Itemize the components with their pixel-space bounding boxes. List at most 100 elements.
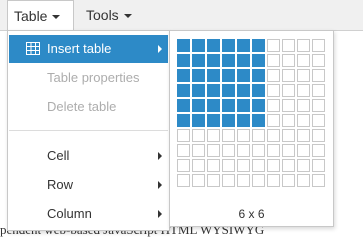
grid-cell[interactable] — [237, 69, 250, 82]
grid-cell[interactable] — [222, 39, 235, 52]
grid-cell[interactable] — [207, 84, 220, 97]
grid-cell[interactable] — [237, 144, 250, 157]
grid-cell[interactable] — [267, 54, 280, 67]
grid-cell[interactable] — [252, 39, 265, 52]
grid-cell[interactable] — [252, 144, 265, 157]
grid-cell[interactable] — [282, 99, 295, 112]
grid-cell[interactable] — [312, 144, 325, 157]
grid-cell[interactable] — [192, 39, 205, 52]
grid-cell[interactable] — [252, 159, 265, 172]
grid-cell[interactable] — [192, 84, 205, 97]
grid-cell[interactable] — [192, 114, 205, 127]
grid-cell[interactable] — [192, 144, 205, 157]
grid-cell[interactable] — [297, 84, 310, 97]
grid-cell[interactable] — [252, 114, 265, 127]
grid-cell[interactable] — [237, 174, 250, 187]
menu-item-delete-table[interactable]: Delete table — [9, 93, 168, 121]
grid-cell[interactable] — [267, 144, 280, 157]
grid-cell[interactable] — [312, 174, 325, 187]
grid-cell[interactable] — [282, 174, 295, 187]
grid-cell[interactable] — [312, 114, 325, 127]
grid-cell[interactable] — [177, 174, 190, 187]
grid-cell[interactable] — [282, 159, 295, 172]
grid-cell[interactable] — [222, 69, 235, 82]
grid-cell[interactable] — [177, 159, 190, 172]
grid-cell[interactable] — [207, 54, 220, 67]
grid-cell[interactable] — [282, 144, 295, 157]
grid-cell[interactable] — [312, 159, 325, 172]
grid-cell[interactable] — [267, 174, 280, 187]
grid-cell[interactable] — [222, 129, 235, 142]
menubar-tools[interactable]: Tools — [80, 0, 160, 30]
menubar-table[interactable]: Table — [7, 0, 74, 30]
grid-cell[interactable] — [207, 39, 220, 52]
grid-cell[interactable] — [252, 54, 265, 67]
grid-cell[interactable] — [237, 84, 250, 97]
grid-cell[interactable] — [282, 84, 295, 97]
grid-cell[interactable] — [207, 114, 220, 127]
grid-cell[interactable] — [312, 99, 325, 112]
grid-cell[interactable] — [222, 84, 235, 97]
grid-cell[interactable] — [312, 84, 325, 97]
grid-cell[interactable] — [312, 39, 325, 52]
grid-cell[interactable] — [297, 129, 310, 142]
grid-cell[interactable] — [297, 69, 310, 82]
grid-cell[interactable] — [297, 114, 310, 127]
grid-cell[interactable] — [222, 144, 235, 157]
grid-cell[interactable] — [267, 159, 280, 172]
grid-cell[interactable] — [237, 99, 250, 112]
grid-cell[interactable] — [207, 174, 220, 187]
grid-cell[interactable] — [282, 114, 295, 127]
grid-cell[interactable] — [192, 99, 205, 112]
grid-cell[interactable] — [177, 129, 190, 142]
grid-cell[interactable] — [297, 144, 310, 157]
grid-cell[interactable] — [312, 69, 325, 82]
grid-cell[interactable] — [177, 144, 190, 157]
grid-cell[interactable] — [282, 39, 295, 52]
grid-cell[interactable] — [312, 129, 325, 142]
grid-cell[interactable] — [297, 159, 310, 172]
grid-cell[interactable] — [267, 114, 280, 127]
grid-cell[interactable] — [222, 99, 235, 112]
grid-cell[interactable] — [252, 174, 265, 187]
grid-cell[interactable] — [177, 54, 190, 67]
grid-cell[interactable] — [207, 69, 220, 82]
menu-item-cell[interactable]: Cell — [9, 142, 168, 170]
grid-cell[interactable] — [207, 129, 220, 142]
grid-cell[interactable] — [237, 129, 250, 142]
grid-cell[interactable] — [252, 129, 265, 142]
grid-cell[interactable] — [222, 54, 235, 67]
menu-item-column[interactable]: Column — [9, 200, 168, 228]
grid-cell[interactable] — [237, 159, 250, 172]
grid-cell[interactable] — [282, 69, 295, 82]
grid-cell[interactable] — [177, 99, 190, 112]
grid-cell[interactable] — [207, 99, 220, 112]
grid-cell[interactable] — [192, 129, 205, 142]
grid-cell[interactable] — [267, 99, 280, 112]
grid-cell[interactable] — [177, 69, 190, 82]
grid-cell[interactable] — [297, 174, 310, 187]
grid-cell[interactable] — [222, 159, 235, 172]
grid-cell[interactable] — [267, 69, 280, 82]
grid-cell[interactable] — [312, 54, 325, 67]
grid-cell[interactable] — [282, 129, 295, 142]
grid-cell[interactable] — [177, 114, 190, 127]
grid-cell[interactable] — [297, 39, 310, 52]
grid-cell[interactable] — [222, 114, 235, 127]
grid-cell[interactable] — [192, 159, 205, 172]
grid-cell[interactable] — [192, 54, 205, 67]
grid-cell[interactable] — [207, 159, 220, 172]
grid-cell[interactable] — [207, 144, 220, 157]
grid-cell[interactable] — [252, 84, 265, 97]
grid-cell[interactable] — [192, 174, 205, 187]
grid-cell[interactable] — [297, 54, 310, 67]
menu-item-table-properties[interactable]: Table properties — [9, 64, 168, 92]
grid-cell[interactable] — [252, 99, 265, 112]
grid-cell[interactable] — [267, 39, 280, 52]
grid-cell[interactable] — [177, 39, 190, 52]
grid-cell[interactable] — [177, 84, 190, 97]
grid-cell[interactable] — [237, 54, 250, 67]
grid-cell[interactable] — [267, 129, 280, 142]
grid-cell[interactable] — [252, 69, 265, 82]
menu-item-row[interactable]: Row — [9, 171, 168, 199]
